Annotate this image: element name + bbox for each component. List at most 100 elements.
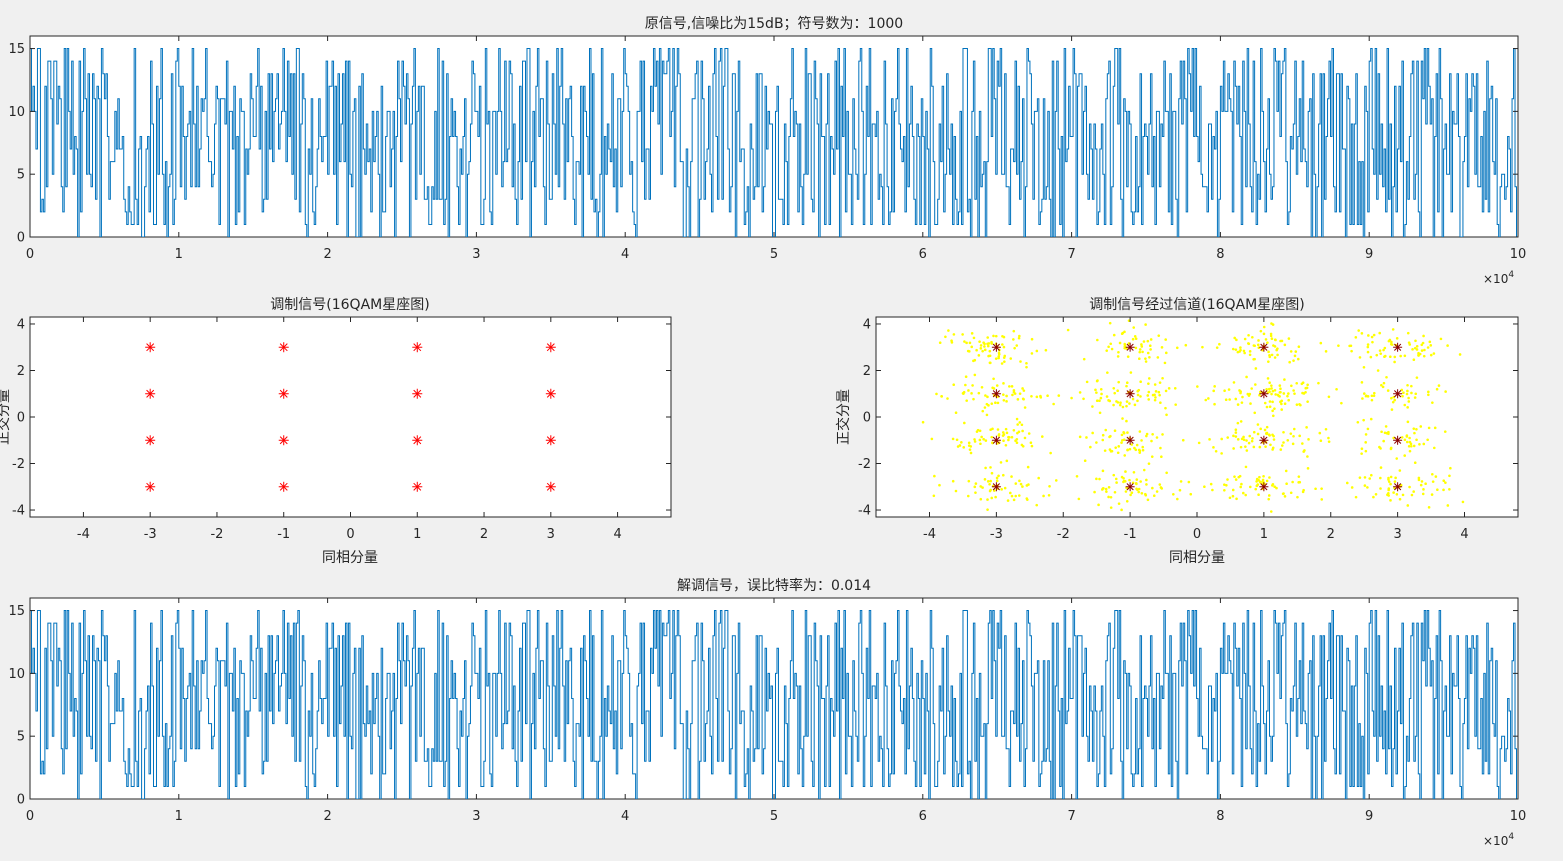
received-sample: [1078, 391, 1082, 394]
received-sample: [1201, 345, 1204, 349]
received-sample: [938, 483, 941, 487]
received-sample: [1387, 494, 1390, 497]
original-signal-axes[interactable]: 原信号,信噪比为15dB；符号数为：1000 0 1 2 3 4 5 6 7 8 9 10 0 5 10 1…: [8, 16, 1526, 286]
received-sample: [1018, 392, 1022, 395]
constellation-point: [278, 435, 289, 446]
received-sample: [1145, 478, 1148, 482]
received-sample: [1262, 332, 1266, 336]
received-sample: [1354, 336, 1358, 339]
received-sample: [1012, 329, 1016, 333]
received-sample: [1403, 403, 1407, 407]
received-sample: [1364, 394, 1368, 398]
received-sample: [1319, 439, 1323, 442]
received-sample: [1399, 354, 1402, 358]
received-sample: [1139, 380, 1142, 383]
received-sample: [1108, 399, 1112, 403]
received-sample: [1173, 386, 1177, 390]
received-sample: [1001, 343, 1004, 346]
received-sample: [1156, 356, 1160, 359]
channel-constellation-axes[interactable]: 调制信号经过信道(16QAM星座图) -4 -3 -2 -1 0 1 2 3 4-4-2024 …: [835, 297, 1519, 566]
received-sample: [1268, 405, 1272, 409]
received-sample: [1250, 439, 1254, 443]
received-sample: [1057, 394, 1061, 397]
ideal-constellation-point: [991, 482, 1001, 492]
received-sample: [970, 345, 974, 349]
received-sample: [1018, 479, 1021, 483]
received-sample: [1270, 392, 1273, 396]
constellation-point: [278, 342, 289, 353]
constellation-point: [545, 481, 556, 492]
received-sample: [1436, 488, 1439, 492]
received-sample: [992, 377, 995, 381]
received-sample: [1265, 479, 1269, 483]
received-sample: [1389, 475, 1393, 479]
received-sample: [1297, 475, 1301, 478]
received-sample: [966, 349, 970, 353]
received-sample: [1421, 341, 1425, 345]
received-sample: [1358, 356, 1362, 359]
received-sample: [1225, 484, 1228, 487]
received-sample: [1135, 478, 1139, 481]
received-sample: [995, 479, 999, 483]
received-sample: [1223, 389, 1226, 393]
received-sample: [1016, 431, 1019, 435]
received-sample: [1160, 487, 1164, 490]
received-sample: [1403, 454, 1407, 457]
received-sample: [1306, 467, 1310, 470]
received-sample: [1113, 490, 1117, 494]
received-sample: [981, 486, 984, 489]
received-sample: [1383, 431, 1387, 435]
received-sample: [1366, 486, 1369, 489]
received-sample: [1218, 342, 1221, 346]
received-sample: [1140, 343, 1143, 346]
received-sample: [1015, 344, 1019, 347]
received-sample: [1406, 383, 1409, 387]
received-sample: [992, 334, 995, 338]
received-sample: [1302, 392, 1306, 395]
received-sample: [1258, 475, 1261, 479]
received-sample: [997, 434, 1001, 437]
modulated-constellation-axes[interactable]: 调制信号(16QAM星座图) -4 -3 -2 -1 0 1 2 3 4 -4 -2 0 2 4 同相分量…: [0, 297, 672, 566]
received-sample: [1232, 447, 1235, 450]
received-sample: [1109, 495, 1113, 499]
received-sample: [970, 392, 973, 395]
received-sample: [1245, 375, 1248, 379]
received-sample: [1099, 388, 1103, 391]
received-sample: [961, 333, 964, 336]
received-sample: [1419, 425, 1423, 428]
received-sample: [1109, 342, 1113, 346]
received-sample: [1386, 389, 1390, 392]
channel-xtick-label: -4: [923, 527, 936, 542]
channel-y-axis-label: 正交分量: [835, 389, 852, 445]
received-sample: [1366, 350, 1370, 354]
received-sample: [1039, 394, 1042, 398]
received-sample: [1106, 371, 1109, 374]
received-sample: [1159, 446, 1162, 450]
received-sample: [1007, 435, 1010, 439]
received-sample: [1125, 384, 1128, 388]
constellation-point: [545, 342, 556, 353]
received-sample: [1005, 394, 1008, 398]
modulated-ytick-label: -4: [12, 504, 25, 519]
modulated-xtick-label: 4: [613, 527, 621, 542]
received-sample: [1132, 326, 1136, 329]
received-sample: [1244, 465, 1248, 469]
received-sample: [1133, 403, 1137, 407]
demodulated-signal-axes[interactable]: 解调信号，误比特率为：0.014 0 1 2 3 4 5 6 7 8 9 10 0 5 10 15 ×104: [8, 577, 1526, 848]
received-sample: [981, 349, 984, 353]
received-sample: [1265, 405, 1269, 409]
received-sample: [1164, 338, 1167, 341]
received-sample: [1414, 339, 1417, 343]
received-sample: [1240, 437, 1244, 441]
received-sample: [1362, 365, 1366, 369]
received-sample: [1078, 435, 1082, 439]
received-sample: [1375, 353, 1379, 357]
received-sample: [1239, 445, 1243, 449]
received-sample: [1134, 346, 1138, 350]
received-sample: [1239, 485, 1242, 489]
received-sample: [1093, 490, 1096, 494]
channel-xtick-label: 2: [1327, 527, 1335, 542]
received-sample: [1231, 347, 1235, 351]
received-sample: [1030, 352, 1034, 355]
modulated-xtick-label: -2: [210, 527, 223, 542]
